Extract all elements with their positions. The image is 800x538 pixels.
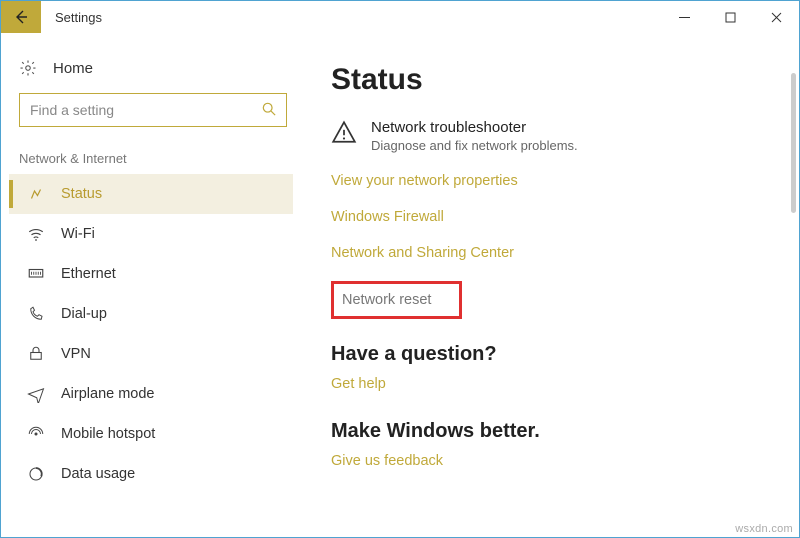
troubleshooter-text: Network troubleshooter Diagnose and fix … [371, 119, 578, 153]
network-reset-highlight: Network reset [331, 281, 462, 319]
troubleshooter-title: Network troubleshooter [371, 119, 578, 136]
sidebar-item-label: Airplane mode [61, 386, 155, 402]
feedback-section: Make Windows better. Give us feedback [331, 420, 789, 469]
sidebar-item-hotspot[interactable]: Mobile hotspot [9, 414, 293, 454]
search-box[interactable] [19, 93, 287, 127]
main-pane: Status Network troubleshooter Diagnose a… [301, 33, 799, 537]
sidebar-item-label: Data usage [61, 466, 135, 482]
status-icon [27, 185, 45, 203]
sidebar-item-dialup[interactable]: Dial-up [9, 294, 293, 334]
link-network-sharing-center[interactable]: Network and Sharing Center [331, 245, 789, 261]
watermark: wsxdn.com [735, 523, 793, 535]
troubleshooter-row[interactable]: Network troubleshooter Diagnose and fix … [331, 119, 789, 153]
titlebar: Settings [1, 1, 799, 33]
sidebar-item-ethernet[interactable]: Ethernet [9, 254, 293, 294]
back-button[interactable] [1, 1, 41, 33]
sidebar-item-vpn[interactable]: VPN [9, 334, 293, 374]
sidebar-item-label: Mobile hotspot [61, 426, 155, 442]
sidebar-item-label: Status [61, 186, 102, 202]
sidebar-item-wifi[interactable]: Wi-Fi [9, 214, 293, 254]
content-area: Home Network & Internet Status Wi-Fi [1, 33, 799, 537]
question-section: Have a question? Get help [331, 343, 789, 392]
sidebar-item-label: Wi-Fi [61, 226, 95, 242]
vpn-icon [27, 345, 45, 363]
close-button[interactable] [753, 1, 799, 33]
sidebar-section-label: Network & Internet [9, 147, 293, 174]
link-windows-firewall[interactable]: Windows Firewall [331, 209, 789, 225]
home-button[interactable]: Home [9, 55, 293, 93]
airplane-icon [27, 385, 45, 403]
wifi-icon [27, 225, 45, 243]
maximize-button[interactable] [707, 1, 753, 33]
sidebar-item-label: Ethernet [61, 266, 116, 282]
back-arrow-icon [13, 9, 29, 25]
link-get-help[interactable]: Get help [331, 376, 789, 392]
data-usage-icon [27, 465, 45, 483]
minimize-button[interactable] [661, 1, 707, 33]
link-give-feedback[interactable]: Give us feedback [331, 453, 789, 469]
gear-icon [19, 59, 37, 77]
scrollbar-thumb[interactable] [791, 73, 796, 213]
search-input[interactable] [30, 102, 262, 118]
window-title: Settings [41, 10, 102, 25]
sidebar-item-datausage[interactable]: Data usage [9, 454, 293, 494]
close-icon [771, 12, 782, 23]
sidebar-item-label: Dial-up [61, 306, 107, 322]
warning-icon [331, 119, 357, 153]
sidebar-item-status[interactable]: Status [9, 174, 293, 214]
window-controls [661, 1, 799, 33]
page-title: Status [331, 63, 789, 97]
sidebar: Home Network & Internet Status Wi-Fi [1, 33, 301, 537]
question-heading: Have a question? [331, 343, 789, 366]
ethernet-icon [27, 265, 45, 283]
link-network-reset[interactable]: Network reset [342, 292, 431, 308]
sidebar-item-label: VPN [61, 346, 91, 362]
hotspot-icon [27, 425, 45, 443]
settings-window: Settings Home [0, 0, 800, 538]
link-view-network-properties[interactable]: View your network properties [331, 173, 789, 189]
phone-icon [27, 305, 45, 323]
sidebar-item-airplane[interactable]: Airplane mode [9, 374, 293, 414]
home-label: Home [53, 60, 93, 77]
troubleshooter-subtitle: Diagnose and fix network problems. [371, 138, 578, 153]
search-icon [262, 102, 276, 119]
minimize-icon [679, 12, 690, 23]
scrollbar[interactable] [783, 33, 797, 535]
maximize-icon [725, 12, 736, 23]
feedback-heading: Make Windows better. [331, 420, 789, 443]
